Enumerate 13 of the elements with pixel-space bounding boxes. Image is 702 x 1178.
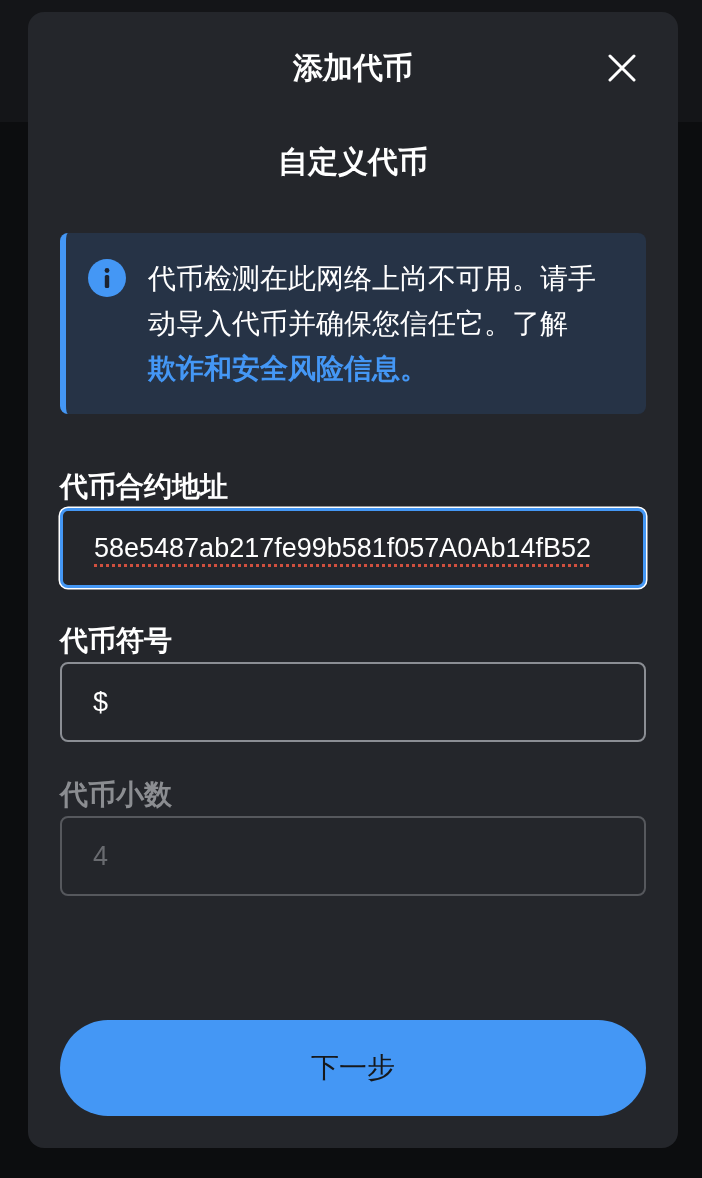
close-button[interactable]	[608, 54, 636, 82]
section-title: 自定义代币	[278, 144, 428, 180]
notice-text: 代币检测在此网络上尚不可用。请手动导入代币并确保您信任它。了解 欺诈和安全风险信息。	[148, 262, 597, 386]
field-label: 代币符号	[60, 624, 172, 658]
dialog-title: 添加代币	[293, 50, 413, 86]
field-label: 代币小数	[60, 778, 172, 812]
input-field[interactable]: $	[60, 662, 646, 742]
info-icon	[88, 259, 126, 297]
field-label: 代币合约地址	[60, 470, 228, 504]
close-icon	[608, 54, 636, 82]
fraud-info-link[interactable]: 欺诈和安全风险信息。	[148, 353, 428, 384]
next-button[interactable]: 下一步	[60, 1020, 646, 1116]
input-field[interactable]: 58e5487ab217fe99b581f057A0Ab14fB52	[60, 508, 646, 588]
